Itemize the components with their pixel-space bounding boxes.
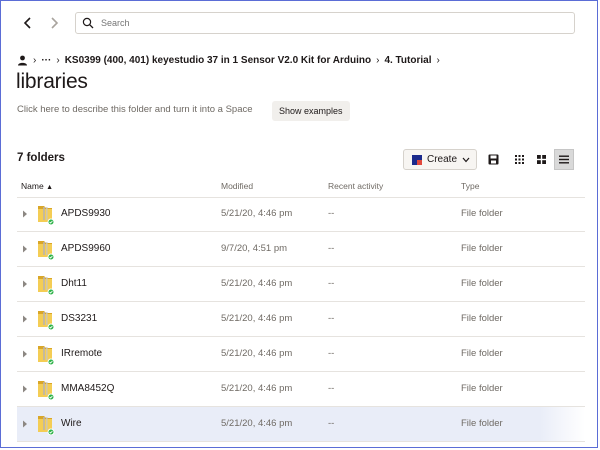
expand-caret-icon[interactable] xyxy=(22,280,28,288)
table-row[interactable]: APDS9960 9/7/20, 4:51 pm -- File folder xyxy=(17,232,585,267)
folder-icon xyxy=(38,311,55,330)
expand-caret-icon[interactable] xyxy=(22,350,28,358)
modified-date: 5/21/20, 4:46 pm xyxy=(221,278,293,289)
breadcrumb-ellipsis[interactable]: ··· xyxy=(41,55,51,66)
table-row[interactable]: MMA8452Q 5/21/20, 4:46 pm -- File folder xyxy=(17,372,585,407)
create-icon xyxy=(412,154,422,165)
file-type: File folder xyxy=(461,418,503,429)
file-type: File folder xyxy=(461,348,503,359)
recent-activity: -- xyxy=(328,278,335,289)
file-type: File folder xyxy=(461,243,503,254)
folder-icon xyxy=(38,381,55,400)
save-button[interactable] xyxy=(483,149,503,170)
small-grid-view-button[interactable] xyxy=(509,149,529,170)
modified-date: 5/21/20, 4:46 pm xyxy=(221,383,293,394)
modified-date: 5/21/20, 4:46 pm xyxy=(221,418,293,429)
breadcrumb-item-tutorial[interactable]: 4. Tutorial xyxy=(384,55,431,66)
expand-caret-icon[interactable] xyxy=(22,385,28,393)
table-row[interactable]: Wire 5/21/20, 4:46 pm -- File folder xyxy=(17,407,585,442)
table-header: Name ▲ Modified Recent activity Type xyxy=(17,178,585,198)
table-row[interactable]: DS3231 5/21/20, 4:46 pm -- File folder xyxy=(17,302,585,337)
table-row[interactable]: APDS9930 5/21/20, 4:46 pm -- File folder xyxy=(17,197,585,232)
modified-date: 5/21/20, 4:46 pm xyxy=(221,208,293,219)
modified-date: 9/7/20, 4:51 pm xyxy=(221,243,288,254)
folder-name[interactable]: APDS9930 xyxy=(61,208,110,219)
show-examples-button[interactable]: Show examples xyxy=(272,101,350,121)
folder-name[interactable]: DS3231 xyxy=(61,313,97,324)
folder-count: 7 folders xyxy=(17,152,65,164)
column-header-type[interactable]: Type xyxy=(461,181,479,191)
modified-date: 5/21/20, 4:46 pm xyxy=(221,313,293,324)
breadcrumb: › ··· › KS0399 (400, 401) keyestudio 37 … xyxy=(17,52,445,68)
small-grid-icon xyxy=(514,155,524,164)
forward-arrow-icon xyxy=(51,17,59,29)
recent-activity: -- xyxy=(328,208,335,219)
expand-caret-icon[interactable] xyxy=(22,245,28,253)
folder-icon xyxy=(38,416,55,435)
folder-name[interactable]: APDS9960 xyxy=(61,243,110,254)
back-button[interactable] xyxy=(19,14,37,32)
page-title: libraries xyxy=(16,70,88,93)
create-button[interactable]: Create xyxy=(403,149,477,170)
folder-name[interactable]: Dht11 xyxy=(61,278,87,289)
column-header-modified[interactable]: Modified xyxy=(221,181,253,191)
top-bar xyxy=(0,0,600,46)
list-view-button[interactable] xyxy=(554,149,574,170)
recent-activity: -- xyxy=(328,383,335,394)
expand-caret-icon[interactable] xyxy=(22,315,28,323)
file-type: File folder xyxy=(461,208,503,219)
large-grid-icon xyxy=(536,155,546,164)
column-header-name[interactable]: Name ▲ xyxy=(21,181,53,191)
chevron-right-icon: › xyxy=(376,54,380,66)
chevron-right-icon: › xyxy=(56,54,60,66)
modified-date: 5/21/20, 4:46 pm xyxy=(221,348,293,359)
folder-icon xyxy=(38,241,55,260)
sort-ascending-icon: ▲ xyxy=(46,184,53,191)
file-list: APDS9930 5/21/20, 4:46 pm -- File folder APD… xyxy=(17,197,585,442)
recent-activity: -- xyxy=(328,348,335,359)
folder-name[interactable]: Wire xyxy=(61,418,82,429)
folder-icon xyxy=(38,206,55,225)
chevron-right-icon: › xyxy=(436,54,440,66)
folder-name[interactable]: IRremote xyxy=(61,348,102,359)
save-icon xyxy=(488,154,498,165)
person-icon[interactable] xyxy=(17,55,28,66)
column-header-activity[interactable]: Recent activity xyxy=(328,181,383,191)
folder-icon xyxy=(38,276,55,295)
file-type: File folder xyxy=(461,278,503,289)
back-arrow-icon xyxy=(23,17,31,29)
expand-caret-icon[interactable] xyxy=(22,420,28,428)
forward-button[interactable] xyxy=(45,14,63,32)
expand-caret-icon[interactable] xyxy=(22,210,28,218)
folder-icon xyxy=(38,346,55,365)
column-header-name-label: Name xyxy=(21,181,44,191)
list-icon xyxy=(559,155,569,164)
table-row[interactable]: IRremote 5/21/20, 4:46 pm -- File folder xyxy=(17,337,585,372)
create-label: Create xyxy=(427,154,458,165)
search-box[interactable] xyxy=(75,12,575,34)
recent-activity: -- xyxy=(328,313,335,324)
recent-activity: -- xyxy=(328,243,335,254)
chevron-down-icon xyxy=(462,157,470,162)
chevron-right-icon: › xyxy=(33,54,37,66)
folder-name[interactable]: MMA8452Q xyxy=(61,383,114,394)
large-grid-view-button[interactable] xyxy=(531,149,551,170)
file-type: File folder xyxy=(461,313,503,324)
breadcrumb-item-kit[interactable]: KS0399 (400, 401) keyestudio 37 in 1 Sen… xyxy=(65,55,371,66)
file-type: File folder xyxy=(461,383,503,394)
table-row[interactable]: Dht11 5/21/20, 4:46 pm -- File folder xyxy=(17,267,585,302)
recent-activity: -- xyxy=(328,418,335,429)
search-icon xyxy=(82,17,94,29)
folder-description[interactable]: Click here to describe this folder and t… xyxy=(17,104,253,115)
search-input[interactable] xyxy=(99,17,574,29)
